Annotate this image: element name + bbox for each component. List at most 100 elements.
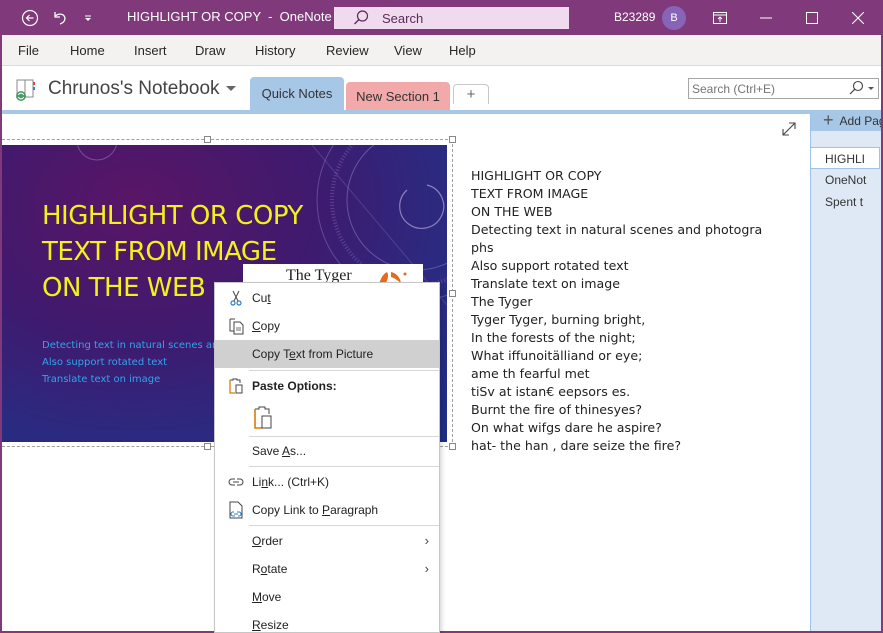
menu-item-copy-link-to-paragraph[interactable]: Copy Link to Paragraph [215, 496, 439, 524]
search-icon [354, 10, 369, 25]
link-icon [228, 478, 244, 486]
menu-item-cut[interactable]: Cut [215, 284, 439, 312]
scissors-icon [230, 290, 242, 306]
submenu-arrow-icon: › [424, 533, 429, 548]
menu-item-label: Resize [252, 618, 289, 632]
slide-bullet: Also support rotated text [42, 357, 168, 368]
menu-item-rotate[interactable]: Rotate › [215, 555, 439, 583]
menu-item-copy[interactable]: Copy [215, 312, 439, 340]
paste-options-header: Paste Options: [215, 372, 439, 400]
copy-icon [229, 318, 244, 335]
add-section-button[interactable]: + [453, 84, 489, 104]
menu-file[interactable]: File [18, 43, 39, 58]
menu-home[interactable]: Home [70, 43, 105, 58]
menu-help[interactable]: Help [449, 43, 476, 58]
paste-keep-source-button[interactable] [245, 400, 285, 436]
menu-item-link[interactable]: Link... (Ctrl+K) [215, 468, 439, 496]
ocr-text-block[interactable]: HIGHLIGHT OR COPY TEXT FROM IMAGE ON THE… [471, 167, 762, 455]
title-search-label: Search [382, 10, 424, 26]
menu-history[interactable]: History [255, 43, 295, 58]
ribbon-display-button[interactable] [697, 0, 743, 35]
full-page-view-icon[interactable] [780, 120, 798, 138]
quick-access-dropdown-icon[interactable] [78, 8, 98, 28]
menu-item-order[interactable]: Order › [215, 527, 439, 555]
page-item[interactable]: OneNot [811, 169, 881, 191]
ocr-line: In the forests of the night; [471, 330, 636, 345]
resize-handle-right[interactable] [449, 290, 456, 297]
ocr-line: ON THE WEB [471, 204, 553, 219]
maximize-icon [806, 11, 818, 24]
notebook-search-input[interactable] [689, 79, 839, 98]
notebook-bar: Chrunos's Notebook Quick Notes New Secti… [2, 66, 881, 110]
tab-new-section-1[interactable]: New Section 1 [346, 82, 450, 110]
menu-review[interactable]: Review [326, 43, 369, 58]
menu-item-label: Save As... [252, 444, 307, 458]
resize-handle-top[interactable] [204, 136, 211, 143]
paste-option-icon [254, 406, 272, 429]
onenote-window: HIGHLIGHT OR COPY - OneNote Search B2328… [0, 0, 883, 633]
user-name[interactable]: B23289 [614, 10, 655, 24]
notebook-dropdown-icon[interactable] [226, 86, 236, 91]
menu-item-move[interactable]: Move [215, 583, 439, 611]
back-icon[interactable] [20, 8, 40, 28]
ocr-line: tiSv at istan€ eepsors es. [471, 384, 631, 399]
search-scope-dropdown-icon[interactable] [868, 87, 874, 90]
menu-item-save-as[interactable]: Save As... [215, 437, 439, 465]
ocr-line: Tyger Tyger, burning bright, [471, 312, 646, 327]
menu-bar: File Home Insert Draw History Review Vie… [2, 35, 881, 66]
maximize-button[interactable] [789, 0, 835, 35]
plus-icon: + [823, 110, 834, 130]
minimize-icon [760, 17, 772, 18]
context-menu: Cut Copy Copy Text from Picture Paste Op… [214, 282, 440, 633]
paste-icon [229, 378, 243, 394]
menu-insert[interactable]: Insert [134, 43, 167, 58]
slide-title-line: HIGHLIGHT OR COPY [42, 201, 303, 231]
avatar[interactable]: B [662, 6, 686, 30]
menu-draw[interactable]: Draw [195, 43, 225, 58]
ocr-line: hat- the han , dare seize the fire? [471, 438, 682, 453]
close-button[interactable] [835, 0, 881, 35]
menu-separator [249, 525, 439, 526]
page-item[interactable]: Spent t [811, 191, 881, 213]
notebook-sync-icon[interactable] [14, 78, 38, 102]
menu-item-label: Move [252, 590, 282, 604]
search-icon[interactable] [848, 80, 864, 96]
menu-item-label: Rotate [252, 562, 288, 576]
menu-item-label: Order [252, 534, 283, 548]
tab-quick-notes[interactable]: Quick Notes [250, 77, 344, 110]
page-list-pane: + Add Page HIGHLI OneNot Spent t [810, 110, 881, 631]
close-icon [852, 11, 864, 24]
add-page-button[interactable]: + Add Page [811, 110, 881, 131]
menu-view[interactable]: View [394, 43, 422, 58]
resize-handle-top-right[interactable] [449, 136, 456, 143]
notebook-name[interactable]: Chrunos's Notebook [48, 78, 220, 100]
resize-handle-bottom-right[interactable] [449, 443, 456, 450]
title-search-box[interactable]: Search [334, 7, 569, 29]
undo-icon[interactable] [50, 8, 70, 28]
ocr-line: The Tyger [471, 294, 533, 309]
menu-item-resize[interactable]: Resize [215, 611, 439, 633]
resize-handle-bottom[interactable] [204, 443, 211, 450]
menu-item-label: Copy [252, 319, 281, 333]
ocr-line: ame th fearful met [471, 366, 590, 381]
add-page-label: Add Page [839, 113, 881, 128]
title-bar: HIGHLIGHT OR COPY - OneNote Search B2328… [0, 0, 883, 35]
ocr-line: TEXT FROM IMAGE [471, 186, 589, 201]
ocr-line: On what wifgs dare he aspire? [471, 420, 662, 435]
copy-link-icon [229, 501, 243, 519]
menu-item-label: Copy Link to Paragraph [252, 503, 379, 517]
window-title: HIGHLIGHT OR COPY - OneNote [127, 9, 332, 24]
menu-item-label: Link... (Ctrl+K) [252, 475, 330, 489]
ocr-line: Translate text on image [471, 276, 620, 291]
ocr-line: HIGHLIGHT OR COPY [471, 168, 602, 183]
minimize-button[interactable] [743, 0, 789, 35]
menu-item-label: Copy Text from Picture [252, 347, 374, 361]
page-item[interactable]: HIGHLI [811, 147, 880, 169]
ribbon-display-icon [713, 11, 727, 24]
notebook-search-box[interactable] [688, 78, 879, 99]
ocr-line: Also support rotated text [471, 258, 629, 273]
menu-item-copy-text-from-picture[interactable]: Copy Text from Picture [215, 340, 439, 368]
ocr-line: Detecting text in natural scenes and pho… [471, 222, 763, 237]
ocr-line: phs [471, 240, 494, 255]
menu-separator [249, 466, 439, 467]
